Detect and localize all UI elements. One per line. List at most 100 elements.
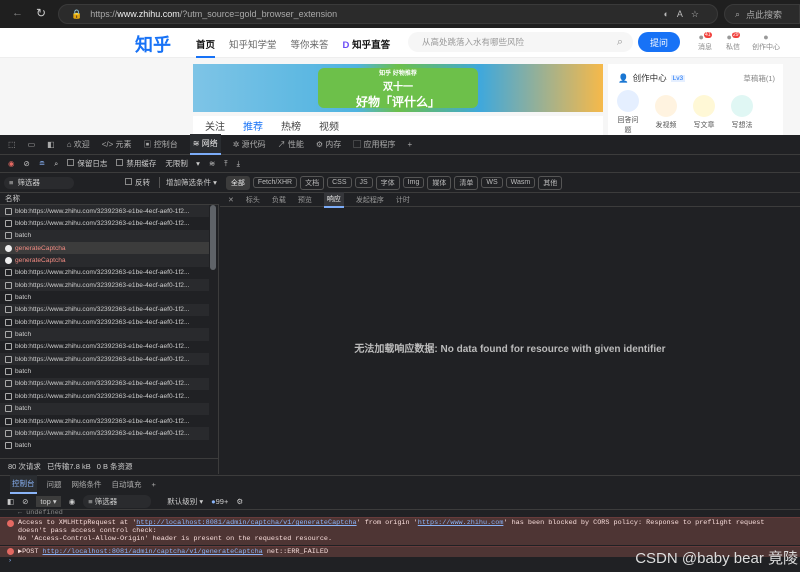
request-row[interactable]: blob:https://www.zhihu.com/32392363-e1be… [0, 267, 209, 279]
captcha-url-link[interactable]: http://localhost:8081/admin/captcha/v1/g… [136, 519, 356, 527]
log-level-select[interactable]: 默认级别 ▾ [167, 496, 203, 507]
post-url-link[interactable]: http://localhost:8081/admin/captcha/v1/g… [43, 548, 263, 556]
tab-network[interactable]: ≋ 网络 [189, 134, 221, 155]
request-row[interactable]: blob:https://www.zhihu.com/32392363-e1be… [0, 205, 209, 218]
tab-sources[interactable]: ✲ 源代码 [233, 139, 266, 150]
clear-console-icon[interactable]: ⊘ [22, 497, 28, 506]
request-row[interactable]: blob:https://www.zhihu.com/32392363-e1be… [0, 217, 209, 229]
ask-button[interactable]: 提问 [638, 32, 680, 52]
tab-console[interactable]: ▣ 控制台 [144, 139, 178, 150]
sidebar-icon[interactable]: ◧ [7, 497, 14, 506]
request-row[interactable]: blob:https://www.zhihu.com/32392363-e1be… [0, 316, 209, 328]
request-row[interactable]: blob:https://www.zhihu.com/32392363-e1be… [0, 341, 209, 353]
request-row[interactable]: blob:https://www.zhihu.com/32392363-e1be… [0, 279, 209, 292]
request-row[interactable]: blob:https://www.zhihu.com/32392363-e1be… [0, 390, 209, 402]
disable-cache-checkbox[interactable]: 禁用缓存 [116, 158, 156, 169]
dock-icon[interactable]: ◧ [47, 140, 55, 149]
type-filter-ws[interactable]: WS [481, 177, 503, 188]
type-filter-字体[interactable]: 字体 [375, 175, 400, 190]
throttle-select[interactable]: 无限制 ▾ [165, 158, 200, 169]
type-filter-fetch-xhr[interactable]: Fetch/XHR [252, 177, 298, 188]
inspect-icon[interactable]: ⬚ [8, 140, 16, 149]
private-messages-button[interactable]: ●29 私信 [720, 32, 746, 52]
request-row[interactable]: batch [0, 291, 209, 303]
tab-follow[interactable]: 关注 [205, 118, 225, 133]
request-row[interactable]: batch [0, 402, 209, 415]
context-select[interactable]: top ▾ [36, 495, 61, 507]
network-conditions-icon[interactable]: ≋ [209, 159, 215, 168]
more-filters-dropdown[interactable]: 增加筛选条件 ▾ [159, 177, 217, 188]
type-filter-css[interactable]: CSS [327, 177, 352, 188]
add-tab-icon[interactable]: + [408, 140, 413, 149]
eye-icon[interactable]: ◉ [69, 497, 76, 506]
filter-input[interactable]: ≡ 筛选器 [4, 176, 74, 189]
type-filter-清单[interactable]: 清单 [454, 175, 479, 190]
tab-elements[interactable]: </> 元素 [102, 139, 132, 150]
answer-question-button[interactable]: 回答问题 [616, 90, 640, 135]
browser-search[interactable]: ⌕ 点此搜索 [724, 4, 800, 24]
tab-performance[interactable]: ↗ 性能 [278, 139, 304, 150]
request-row[interactable]: blob:https://www.zhihu.com/32392363-e1be… [0, 427, 209, 440]
creator-center-button[interactable]: ● 创作中心 [748, 32, 784, 52]
address-actions-icons[interactable]: ◐A☆ [663, 9, 707, 20]
clear-icon[interactable]: ⊘ [24, 159, 30, 168]
write-thought-button[interactable]: 写想法 [730, 95, 754, 130]
request-row[interactable]: blob:https://www.zhihu.com/32392363-e1be… [0, 353, 209, 366]
console-filter-input[interactable]: ≡ 筛选器 [83, 494, 152, 508]
back-icon[interactable]: ← [12, 7, 23, 19]
tab-welcome[interactable]: ⌂ 欢迎 [67, 139, 90, 150]
search-icon[interactable]: ⌕ [617, 36, 623, 49]
origin-link[interactable]: https://www.zhihu.com [418, 519, 504, 527]
record-icon[interactable]: ◉ [8, 159, 15, 168]
request-row[interactable]: generateCaptcha [0, 242, 209, 255]
tab-recommend[interactable]: 推荐 [243, 118, 263, 133]
zhihu-search-input[interactable]: 从高处跳落入水有哪些风险 ⌕ [408, 32, 633, 52]
add-drawer-tab-icon[interactable]: + [152, 480, 156, 489]
invert-checkbox[interactable]: 反转 [125, 177, 150, 188]
preserve-log-checkbox[interactable]: 保留日志 [67, 158, 107, 169]
device-icon[interactable]: ▭ [28, 140, 36, 149]
type-filter-全部[interactable]: 全部 [225, 175, 250, 190]
refresh-icon[interactable]: ↻ [36, 6, 46, 20]
request-list-scrollbar[interactable] [210, 205, 216, 270]
type-filter-其他[interactable]: 其他 [538, 175, 563, 190]
request-row[interactable]: blob:https://www.zhihu.com/32392363-e1be… [0, 303, 209, 317]
nav-zhida[interactable]: 知乎直答 [352, 40, 390, 51]
drawer-tab-network-conditions[interactable]: 网络条件 [72, 479, 102, 490]
request-row[interactable]: batch [0, 328, 209, 341]
nav-zhixuetang[interactable]: 知乎知学堂 [229, 37, 277, 58]
request-row[interactable]: generateCaptcha [0, 254, 209, 267]
detail-tab-preview[interactable]: 预览 [298, 195, 312, 205]
type-filter-js[interactable]: JS [354, 177, 373, 188]
type-filter-img[interactable]: Img [402, 177, 425, 188]
address-bar[interactable]: 🔒 https://www.zhihu.com/?utm_source=gold… [58, 4, 718, 24]
zhihu-logo[interactable]: 知乎 [135, 31, 171, 57]
drawer-tab-console[interactable]: 控制台 [10, 475, 37, 494]
settings-gear-icon[interactable]: ⚙ [236, 497, 243, 506]
filter-toggle-icon[interactable]: ≘ [39, 159, 45, 168]
nav-home[interactable]: 首页 [196, 37, 216, 58]
search-icon[interactable]: ⌕ [54, 159, 58, 169]
promo-banner[interactable]: 知乎 好物推荐 双十一 好物「评什么」 [193, 64, 603, 112]
request-row[interactable]: batch [0, 440, 209, 452]
write-article-button[interactable]: 写文章 [692, 95, 716, 130]
post-video-button[interactable]: 发视频 [654, 95, 678, 130]
drafts-link[interactable]: 草稿箱(1) [743, 73, 775, 84]
detail-tab-initiator[interactable]: 发起程序 [356, 195, 384, 205]
tab-memory[interactable]: ⚙ 内存 [316, 139, 341, 150]
type-filter-媒体[interactable]: 媒体 [427, 175, 452, 190]
drawer-tab-issues[interactable]: 问题 [47, 479, 62, 490]
nav-waiting-answers[interactable]: 等你来答 [291, 37, 329, 58]
detail-tab-headers[interactable]: 标头 [246, 195, 260, 205]
export-icon[interactable]: ⤓ [237, 159, 240, 169]
request-row[interactable]: batch [0, 365, 209, 377]
type-filter-wasm[interactable]: Wasm [505, 177, 536, 188]
detail-tab-response[interactable]: 响应 [323, 191, 344, 208]
request-row[interactable]: batch [0, 229, 209, 243]
tab-video[interactable]: 视频 [319, 118, 339, 133]
request-row[interactable]: blob:https://www.zhihu.com/32392363-e1be… [0, 415, 209, 427]
request-row[interactable]: blob:https://www.zhihu.com/32392363-e1be… [0, 377, 209, 391]
issues-badge[interactable]: ●99+ [211, 497, 228, 506]
type-filter-文档[interactable]: 文档 [300, 175, 325, 190]
detail-tab-timing[interactable]: 计时 [396, 195, 410, 205]
